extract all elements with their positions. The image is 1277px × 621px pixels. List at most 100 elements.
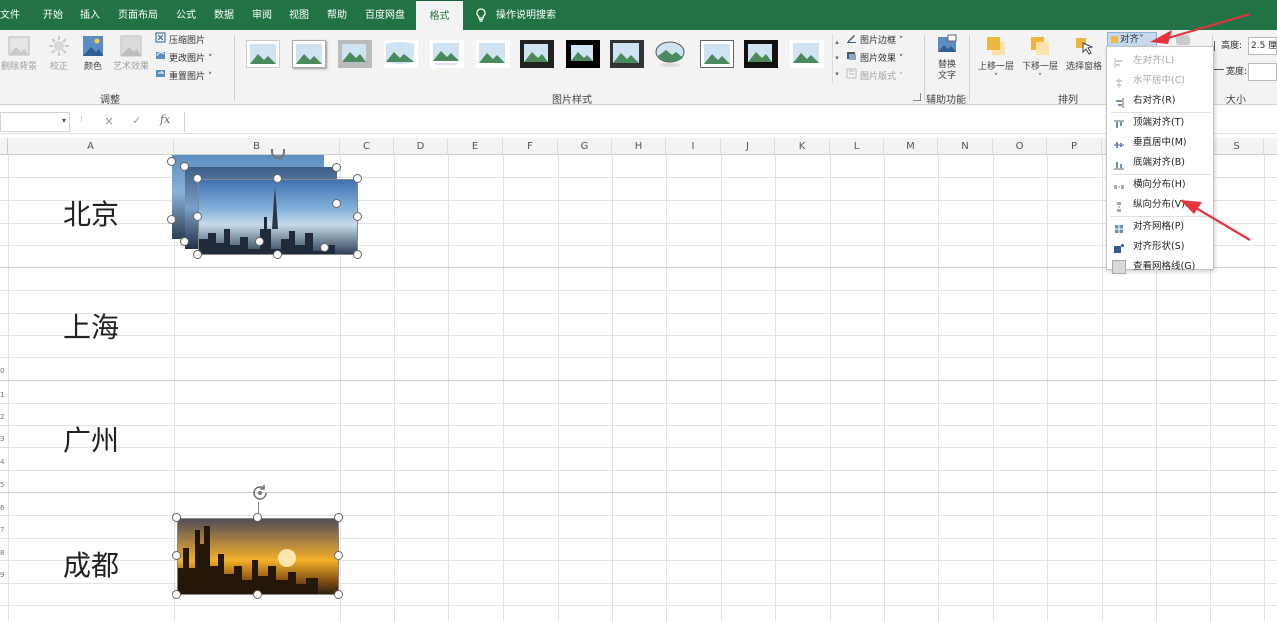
artistic-effects-button[interactable]: 艺术效果 [110, 34, 152, 73]
picture-style-12[interactable] [744, 40, 778, 68]
tab-view[interactable]: 视图 [289, 0, 309, 30]
menu-item-align-left[interactable]: 左对齐(L) [1107, 51, 1213, 71]
column-header-G[interactable]: G [558, 138, 612, 155]
tab-insert[interactable]: 插入 [80, 0, 100, 30]
tab-help[interactable]: 帮助 [327, 0, 347, 30]
picture-style-1[interactable] [246, 40, 280, 68]
cell-city-beijing[interactable]: 北京 [6, 193, 176, 233]
picture-layout-button[interactable]: 图片版式 ˅ [846, 68, 903, 84]
column-header-K[interactable]: K [775, 138, 830, 155]
column-header-S[interactable]: S [1210, 138, 1264, 155]
resize-handle[interactable] [320, 243, 329, 252]
remove-background-button[interactable]: 删除背景 [0, 34, 38, 73]
height-input[interactable]: 2.5 厘 [1248, 37, 1277, 55]
worksheet-grid[interactable]: 0 1 2 3 4 5 6 7 8 9 北京 上海 广州 成都 [0, 149, 1277, 621]
cancel-icon[interactable]: × [104, 114, 114, 128]
tab-file[interactable]: 文件 [0, 0, 20, 30]
resize-handle[interactable] [193, 250, 202, 259]
picture-effects-button[interactable]: 图片效果 ˅ [846, 50, 903, 66]
column-header-F[interactable]: F [503, 138, 558, 155]
menu-item-align-middle[interactable]: 垂直居中(M) [1107, 133, 1213, 153]
menu-item-snap-to-shape[interactable]: 对齐形状(S) [1107, 237, 1213, 257]
resize-handle[interactable] [273, 174, 282, 183]
column-header-I[interactable]: I [666, 138, 721, 155]
resize-handle[interactable] [253, 513, 262, 522]
column-header-B[interactable]: B [174, 138, 340, 155]
menu-item-distribute-horizontally[interactable]: 横向分布(H) [1107, 175, 1213, 195]
resize-handle[interactable] [180, 162, 189, 171]
menu-item-align-bottom[interactable]: 底端对齐(B) [1107, 153, 1213, 173]
dialog-launcher-icon[interactable] [913, 93, 921, 101]
picture-style-9[interactable] [610, 40, 644, 68]
column-header-O[interactable]: O [993, 138, 1047, 155]
menu-item-align-top[interactable]: 顶端对齐(T) [1107, 113, 1213, 133]
selection-pane-button[interactable]: 选择窗格 [1063, 34, 1105, 73]
picture-style-13[interactable] [790, 40, 824, 68]
resize-handle[interactable] [353, 174, 362, 183]
corrections-button[interactable]: 校正 [44, 34, 74, 73]
resize-handle[interactable] [172, 513, 181, 522]
resize-handle[interactable] [332, 163, 341, 172]
column-header-E[interactable]: E [448, 138, 503, 155]
picture-style-3[interactable] [338, 40, 372, 68]
cell-city-chengdu[interactable]: 成都 [6, 544, 176, 584]
column-header-M[interactable]: M [884, 138, 938, 155]
resize-handle[interactable] [180, 237, 189, 246]
resize-handle[interactable] [253, 590, 262, 599]
menu-item-distribute-vertically[interactable]: 纵向分布(V) [1107, 195, 1213, 215]
reset-picture-button[interactable]: 重置图片 ˅ [155, 68, 212, 84]
tab-formulas[interactable]: 公式 [176, 0, 196, 30]
cell-city-guangzhou[interactable]: 广州 [6, 419, 176, 459]
column-header-C[interactable]: C [340, 138, 394, 155]
compress-pictures-button[interactable]: 压缩图片 [155, 32, 205, 48]
resize-handle[interactable] [273, 250, 282, 259]
menu-item-align-center[interactable]: 水平居中(C) [1107, 71, 1213, 91]
picture-style-10[interactable] [654, 40, 688, 68]
menu-item-view-gridlines[interactable]: 查看网格线(G) [1107, 257, 1213, 277]
resize-handle[interactable] [172, 551, 181, 560]
column-header-A[interactable]: A [8, 138, 174, 155]
column-header-P[interactable]: P [1047, 138, 1102, 155]
picture-styles-gallery[interactable] [240, 30, 832, 90]
resize-handle[interactable] [334, 590, 343, 599]
gallery-scroll[interactable]: ▴ ▾ ▾ [832, 34, 841, 84]
chevron-down-icon[interactable]: ▾ [62, 116, 66, 125]
select-all-corner[interactable] [0, 138, 8, 155]
picture-style-8[interactable] [566, 40, 600, 68]
row-number[interactable]: 4 [0, 458, 6, 466]
tab-review[interactable]: 审阅 [252, 0, 272, 30]
tab-home[interactable]: 开始 [43, 0, 63, 30]
resize-handle[interactable] [255, 237, 264, 246]
picture-border-button[interactable]: 图片边框 ˅ [846, 32, 903, 48]
group-objects-icon[interactable] [1176, 35, 1190, 45]
row-number[interactable]: 5 [0, 481, 6, 489]
resize-handle[interactable] [334, 551, 343, 560]
menu-item-snap-to-grid[interactable]: 对齐网格(P) [1107, 217, 1213, 237]
resize-handle[interactable] [193, 212, 202, 221]
picture-style-7[interactable] [520, 40, 554, 68]
resize-handle[interactable] [332, 199, 341, 208]
picture-style-6[interactable] [476, 40, 510, 68]
tab-data[interactable]: 数据 [214, 0, 234, 30]
column-header-J[interactable]: J [721, 138, 775, 155]
resize-handle[interactable] [193, 174, 202, 183]
row-number[interactable]: 1 [0, 391, 6, 399]
resize-handle[interactable] [172, 590, 181, 599]
picture-style-4[interactable] [384, 40, 418, 68]
cell-city-shanghai[interactable]: 上海 [6, 306, 176, 346]
picture-style-11[interactable] [700, 40, 734, 68]
row-number[interactable]: 7 [0, 526, 6, 534]
width-input[interactable] [1248, 63, 1277, 81]
resize-handle[interactable] [353, 250, 362, 259]
column-header-H[interactable]: H [612, 138, 666, 155]
tab-baidu-netdisk[interactable]: 百度网盘 [365, 0, 405, 30]
change-picture-button[interactable]: 更改图片 ˅ [155, 50, 212, 66]
tell-me-search[interactable]: 操作说明搜索 [496, 0, 556, 30]
tab-format[interactable]: 格式 [416, 0, 463, 30]
row-number[interactable]: 6 [0, 504, 6, 512]
menu-item-align-right[interactable]: 右对齐(R) [1107, 91, 1213, 111]
name-box[interactable]: ▾ [0, 112, 70, 132]
row-number[interactable]: 0 [0, 367, 6, 375]
enter-icon[interactable]: ✓ [132, 114, 141, 127]
resize-handle[interactable] [167, 157, 176, 166]
